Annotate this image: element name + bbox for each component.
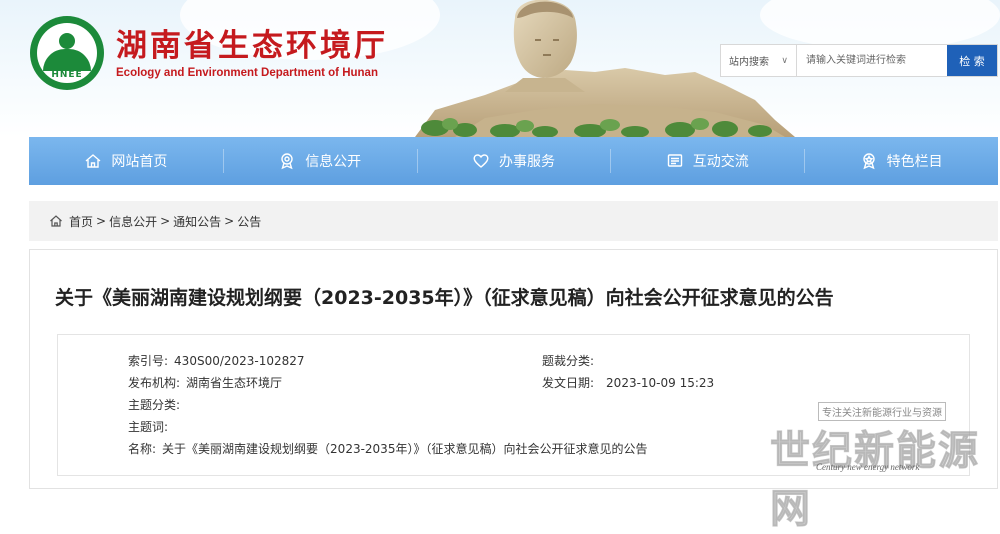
nav-item-label: 办事服务 xyxy=(498,154,555,170)
search-scope-select[interactable]: 站内搜索 ∨ xyxy=(721,45,797,76)
breadcrumb-separator: > xyxy=(224,214,235,228)
watermark-english: Century new energy network xyxy=(816,462,920,472)
nav-item-label: 特色栏目 xyxy=(886,154,943,170)
meta-value: 430S00/2023-102827 xyxy=(174,354,305,368)
meta-label: 发文日期: xyxy=(542,376,595,390)
meta-label: 名称: xyxy=(128,442,157,456)
home-icon xyxy=(50,215,62,227)
meta-index: 索引号: 430S00/2023-102827 xyxy=(128,352,305,369)
site-title[interactable]: 湖南省生态环境厅 xyxy=(116,20,388,65)
meta-keywords: 主题词: xyxy=(128,418,168,435)
chat-icon xyxy=(666,152,684,170)
header-cloud xyxy=(760,0,1000,50)
nav-item-label: 网站首页 xyxy=(111,154,168,170)
meta-category: 题裁分类: xyxy=(542,352,600,369)
meta-name: 名称: 关于《美丽湖南建设规划纲要（2023-2035年）》（征求意见稿）向社会公… xyxy=(128,440,647,457)
meta-topic: 主题分类: xyxy=(128,396,180,413)
home-icon xyxy=(84,152,102,170)
meta-label: 主题分类: xyxy=(128,398,181,412)
breadcrumb-separator: > xyxy=(160,214,171,228)
nav-item-features[interactable]: 特色栏目 xyxy=(804,137,998,185)
logo-sun-icon xyxy=(59,33,75,49)
logo-text: HNEE xyxy=(51,70,83,80)
breadcrumb-separator: > xyxy=(96,214,107,228)
watermark-logo: 世纪新能源网 xyxy=(770,428,980,533)
article-title: 关于《美丽湖南建设规划纲要（2023-2035年）》（征求意见稿）向社会公开征求… xyxy=(55,287,834,309)
search-input[interactable] xyxy=(797,45,947,76)
site-subtitle: Ecology and Environment Department of Hu… xyxy=(116,67,378,79)
meta-value: 2023-10-09 15:23 xyxy=(606,376,715,390)
nav-item-label: 信息公开 xyxy=(305,154,362,170)
breadcrumb: 首页 > 信息公开 > 通知公告 > 公告 xyxy=(29,201,998,241)
nav-item-interaction[interactable]: 互动交流 xyxy=(610,137,804,185)
breadcrumb-announcement[interactable]: 公告 xyxy=(237,213,261,230)
search-bar: 站内搜索 ∨ 检 索 xyxy=(720,44,998,77)
nav-item-home[interactable]: 网站首页 xyxy=(29,137,223,185)
meta-value: 湖南省生态环境厅 xyxy=(186,376,283,390)
logo-mountain-icon xyxy=(43,49,91,71)
badge-icon xyxy=(860,152,878,170)
nav-item-info[interactable]: 信息公开 xyxy=(222,137,417,185)
site-logo[interactable]: HNEE xyxy=(30,16,104,90)
chevron-down-icon: ∨ xyxy=(781,55,788,66)
meta-publisher: 发布机构: 湖南省生态环境厅 xyxy=(128,374,282,391)
main-nav: 网站首页 信息公开 办事服务 互动交流 特色栏目 xyxy=(29,137,998,185)
search-scope-label: 站内搜索 xyxy=(729,57,769,68)
heart-icon xyxy=(472,152,490,170)
breadcrumb-notices[interactable]: 通知公告 xyxy=(173,213,221,230)
meta-label: 索引号: xyxy=(128,354,169,368)
meta-label: 题裁分类: xyxy=(542,354,595,368)
medal-icon xyxy=(278,152,296,170)
meta-value: 关于《美丽湖南建设规划纲要（2023-2035年）》（征求意见稿）向社会公开征求… xyxy=(162,442,648,456)
meta-label: 主题词: xyxy=(128,420,169,434)
breadcrumb-info[interactable]: 信息公开 xyxy=(109,213,157,230)
breadcrumb-home[interactable]: 首页 xyxy=(69,213,93,230)
meta-date: 发文日期: 2023-10-09 15:23 xyxy=(542,374,714,391)
site-header: HNEE 湖南省生态环境厅 Ecology and Environment De… xyxy=(0,0,1000,137)
nav-item-label: 互动交流 xyxy=(692,154,749,170)
nav-item-services[interactable]: 办事服务 xyxy=(416,137,611,185)
search-button[interactable]: 检 索 xyxy=(947,45,997,76)
meta-label: 发布机构: xyxy=(128,376,181,390)
logo-emblem: HNEE xyxy=(37,23,97,83)
